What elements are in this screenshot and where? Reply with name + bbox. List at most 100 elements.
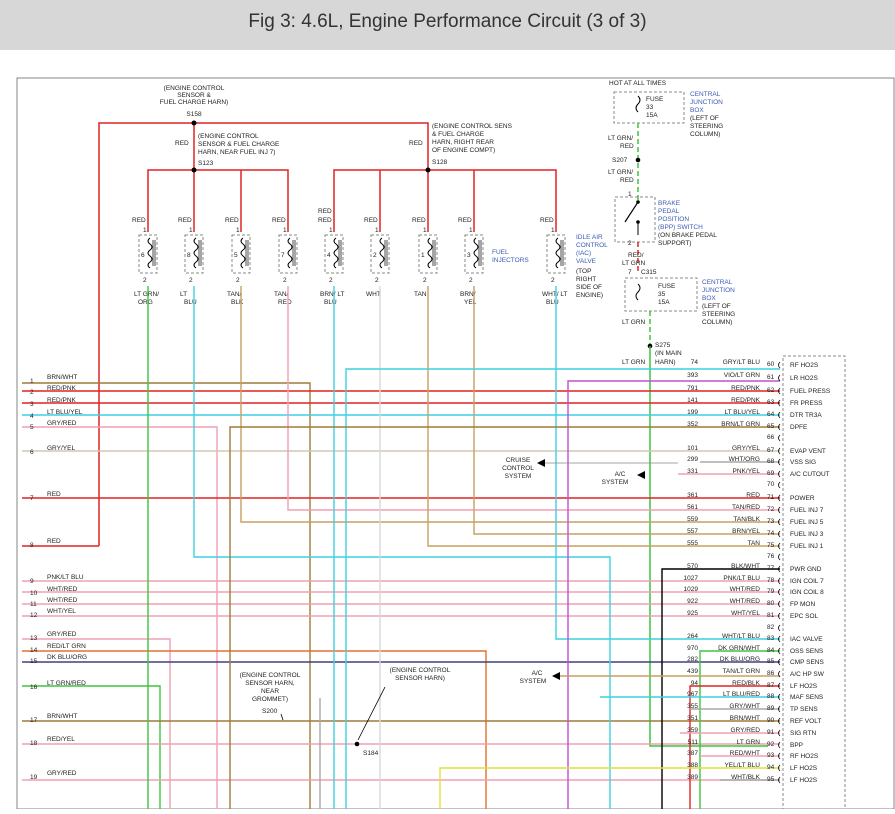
pcm-pin-row: 351 BRN/WHT 90 REF VOLT xyxy=(687,715,821,725)
left-wire-label: RED/PNK xyxy=(47,385,77,392)
fuse-35-symbol xyxy=(635,283,641,301)
circuit-number: 511 xyxy=(688,739,699,746)
pin-label: 2 xyxy=(189,277,193,284)
svg-text:2: 2 xyxy=(628,240,632,247)
pcm-function-label: FUEL INJ 5 xyxy=(790,519,824,526)
circuit-number: 925 xyxy=(687,610,698,617)
wire-color-label: LT BLU/RED xyxy=(723,691,760,698)
pin-label: 1 xyxy=(375,227,379,234)
pin-label: 1 xyxy=(283,227,287,234)
injector-number: 7 xyxy=(281,252,285,259)
iac-valve-label: IDLE AIR CONTROL (IAC) VALVE (TOP RIGHT … xyxy=(576,234,608,299)
bpp-switch-box xyxy=(614,196,656,243)
svg-text:SIDE OF: SIDE OF xyxy=(576,284,602,291)
pcm-function-label: DPFE xyxy=(790,424,808,431)
left-wire-label: RED/PNK xyxy=(47,397,77,404)
pcm-function-label: DTR TR3A xyxy=(790,412,822,419)
svg-text:RED: RED xyxy=(620,143,634,150)
wire-color-label: WHT/RED xyxy=(730,586,761,593)
pin-label: 1 xyxy=(469,227,473,234)
injector-bottom-wire-label: RED xyxy=(278,299,292,306)
pcm-pin-row: 559 TAN/BLK 73 FUEL INJ 5 xyxy=(687,516,824,526)
pcm-pin-row: 570 BLK/WHT 77 PWR GND xyxy=(687,563,822,573)
svg-text:JUNCTION: JUNCTION xyxy=(690,99,723,106)
pcm-function-label: OSS SENS xyxy=(790,648,824,655)
svg-text:(ENGINE CONTROL: (ENGINE CONTROL xyxy=(390,667,451,674)
injector-number: 8 xyxy=(187,252,191,259)
pcm-pin-row: 1027 PNK/LT BLU 78 IGN COIL 7 xyxy=(684,575,825,585)
pcm-pin-row: 555 TAN 75 FUEL INJ 1 xyxy=(687,540,824,550)
pin-symbol xyxy=(778,374,781,382)
pcm-pin-row: 331 PNK/YEL 69 A/C CUTOUT xyxy=(687,468,829,478)
pcm-function-label: REF VOLT xyxy=(790,718,821,725)
pin-label: 1 xyxy=(423,227,427,234)
wire-color-label: LT GRN xyxy=(737,739,761,746)
splice-s128-dot xyxy=(425,167,431,173)
wire-color-label: YEL/LT BLU xyxy=(724,762,760,769)
pcm-pin-number: 90 xyxy=(767,717,775,724)
injector-top-wire-label: RED xyxy=(272,217,286,224)
svg-text:INJECTORS: INJECTORS xyxy=(492,257,529,264)
svg-text:(ENGINE CONTROL: (ENGINE CONTROL xyxy=(164,85,225,92)
fuel-injector: RED 1 6 2 LT GRN/ORG xyxy=(132,217,159,306)
svg-text:RIGHT: RIGHT xyxy=(576,276,596,283)
coil-icon xyxy=(473,237,479,269)
svg-text:IDLE AIR: IDLE AIR xyxy=(576,234,603,241)
splice-s123-label: (ENGINE CONTROL SENSOR & FUEL CHARGE HAR… xyxy=(198,133,280,167)
wire xyxy=(193,286,611,809)
wire-color-label: BRN/WHT xyxy=(730,715,760,722)
wire xyxy=(345,368,780,809)
pcm-pin-number: 62 xyxy=(767,387,775,394)
left-pin-number: 5 xyxy=(30,424,34,431)
wire-color-label: TAN/RED xyxy=(732,504,760,511)
svg-text:(ENGINE CONTROL: (ENGINE CONTROL xyxy=(240,672,301,679)
injector-number: 6 xyxy=(141,252,145,259)
pcm-pin-number: 78 xyxy=(767,577,775,584)
splice-s128-label: (ENGINE CONTROL SENS & FUEL CHARGE HARN,… xyxy=(432,123,513,166)
svg-text:15A: 15A xyxy=(658,299,670,306)
pcm-pin-number: 88 xyxy=(767,693,775,700)
pcm-pin-row: 557 BRN/YEL 74 FUEL INJ 3 xyxy=(687,528,824,538)
coil-icon xyxy=(427,237,433,269)
cruise-control-label: CRUISE CONTROL SYSTEM xyxy=(502,457,678,480)
left-pin-number: 10 xyxy=(30,590,38,597)
pin-label: 2 xyxy=(469,277,473,284)
injector-number: 1 xyxy=(421,252,425,259)
circuit-number: 439 xyxy=(687,668,698,675)
injector-number: 3 xyxy=(467,252,471,259)
wire-color-label: GRY/WHT xyxy=(729,703,760,710)
svg-text:(LEFT OF: (LEFT OF xyxy=(702,303,731,310)
wire-color-label: WHT/YEL xyxy=(731,610,760,617)
left-pin-number: 2 xyxy=(30,389,34,396)
left-wire-label: WHT/RED xyxy=(47,597,78,604)
left-pin-number: 3 xyxy=(30,401,34,408)
fuse-33-symbol xyxy=(635,95,641,113)
left-pin-number: 4 xyxy=(30,413,34,420)
pin-symbol xyxy=(778,361,781,369)
left-pin-number: 17 xyxy=(30,717,38,724)
svg-text:CENTRAL: CENTRAL xyxy=(702,279,733,286)
svg-text:LT GRN/: LT GRN/ xyxy=(608,135,633,142)
injector-top-wire-label: RED xyxy=(540,217,554,224)
iac-valve: RED 1 2 WHT/ LTBLU xyxy=(540,217,568,306)
left-pin-number: 9 xyxy=(30,578,34,585)
pin-symbol xyxy=(778,481,781,489)
injector-bottom-wire-label: LT xyxy=(180,291,187,298)
wire-color-label: BRN/YEL xyxy=(732,528,760,535)
left-wire-label: RED/YEL xyxy=(47,736,75,743)
pcm-pin-row: 66 xyxy=(767,434,781,442)
circuit-number: 74 xyxy=(691,359,699,366)
wire-color-label: WHT/RED xyxy=(730,598,761,605)
svg-text:STEERING: STEERING xyxy=(690,123,723,130)
pin-label: 2 xyxy=(329,277,333,284)
wire-label: RED xyxy=(175,140,189,147)
pcm-function-label: EPC SOL xyxy=(790,613,819,620)
svg-text:POSITION: POSITION xyxy=(658,216,689,223)
left-wire-label: GRY/RED xyxy=(47,631,77,638)
svg-text:PEDAL: PEDAL xyxy=(658,208,680,215)
left-wire-label: BRN/WHT xyxy=(47,374,77,381)
pcm-pin-row: 355 GRY/WHT 89 TP SENS xyxy=(687,703,818,713)
pcm-function-label: FP MON xyxy=(790,601,815,608)
pin-symbol xyxy=(778,434,781,442)
svg-text:CENTRAL: CENTRAL xyxy=(690,91,721,98)
